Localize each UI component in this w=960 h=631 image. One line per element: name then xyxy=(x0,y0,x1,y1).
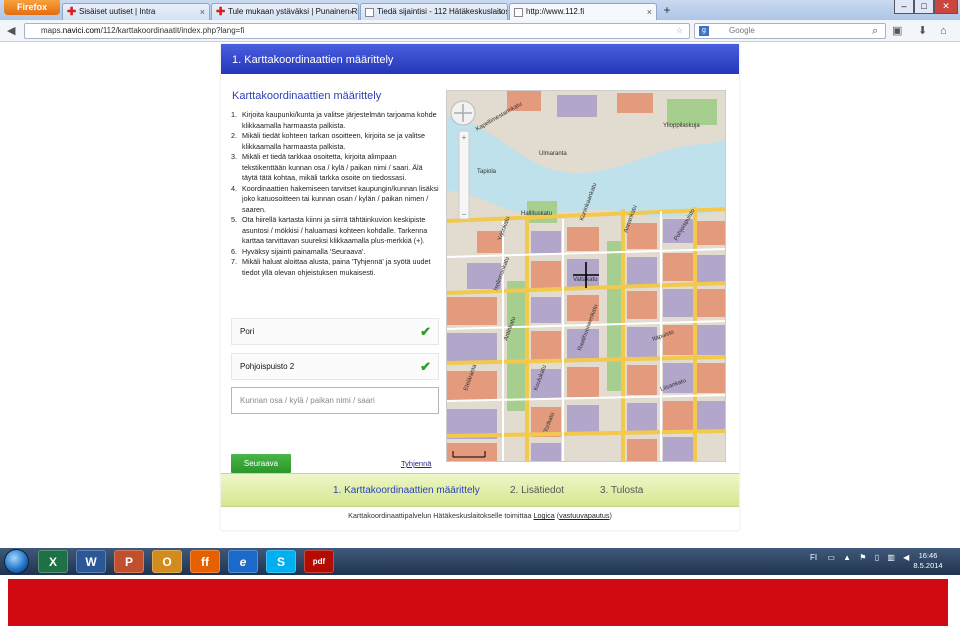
search-input[interactable]: g Google xyxy=(694,23,886,39)
tab-punainen-risti[interactable]: ✚ Tule mukaan ystäväksi | Punainen Risti… xyxy=(211,3,359,20)
progress-step-2: 2. Lisätiedot xyxy=(510,485,564,496)
url-prefix: maps. xyxy=(41,26,63,35)
tab-label: Sisäiset uutiset | Intra xyxy=(79,7,156,16)
tab-label: Tule mukaan ystäväksi | Punainen Risti xyxy=(228,7,359,16)
browser-navbar: ◀ maps.navici.com/112/karttakoordinaatit… xyxy=(0,20,960,42)
url-bar[interactable]: maps.navici.com/112/karttakoordinaatit/i… xyxy=(24,23,690,39)
minimize-button[interactable]: – xyxy=(894,0,914,14)
instruction-step: 7. Mikäli haluat aloittaa alusta, paina '… xyxy=(231,257,431,277)
tab-label: Tiedä sijaintisi - 112 Hätäkeskuslaitos xyxy=(377,7,508,16)
instruction-list: 1. Kirjoita kaupunki/kunta ja valitse jär… xyxy=(231,110,439,278)
firefox-menu-button[interactable]: Firefox xyxy=(4,0,60,15)
tab-112-fi[interactable]: http://www.112.fi × xyxy=(509,3,657,20)
progress-step-3: 3. Tulosta xyxy=(600,485,644,496)
instructions-panel: Karttakoordinaattien määrittely 1. Kirjoi… xyxy=(221,74,446,474)
google-icon: g xyxy=(699,26,709,36)
zoom-out-icon: − xyxy=(462,210,467,219)
address-field[interactable]: Pohjoispuisto 2 ✔ xyxy=(231,353,439,380)
powerpoint-icon[interactable]: P xyxy=(114,550,144,573)
checkmark-icon: ✔ xyxy=(420,359,431,374)
keyboard-icon[interactable]: ▭ xyxy=(827,553,835,562)
home-icon[interactable]: ⌂ xyxy=(940,23,947,39)
browser-tabbar: Firefox ✚ Sisäiset uutiset | Intra × ✚ T… xyxy=(0,0,960,20)
new-tab-button[interactable]: + xyxy=(658,3,676,19)
internet-explorer-icon[interactable]: e xyxy=(228,550,258,573)
instruction-step: 4. Koordinaattien hakemiseen tarvitset ka… xyxy=(231,183,439,214)
start-button[interactable] xyxy=(4,549,29,574)
zoom-in-icon: + xyxy=(462,133,467,142)
address-value: Pohjoispuisto 2 xyxy=(240,362,295,371)
word-icon[interactable]: W xyxy=(76,550,106,573)
map-label: Tapiola xyxy=(477,169,497,175)
page-icon xyxy=(365,8,374,17)
back-arrow-icon[interactable]: ◀ xyxy=(7,23,15,39)
checkmark-icon: ✔ xyxy=(420,324,431,339)
progress-step-1: 1. Karttakoordinaattien määrittely xyxy=(333,485,480,496)
system-tray[interactable]: FI ▭ ▲ ⚑ ▯ ▥ ◀ xyxy=(810,553,909,562)
disclaimer-link[interactable]: vastuuvapautus xyxy=(559,511,609,520)
date: 8.5.2014 xyxy=(913,561,943,570)
area-placeholder: Kunnan osa / kylä / paikan nimi / saari xyxy=(240,396,375,405)
area-input[interactable]: Kunnan osa / kylä / paikan nimi / saari xyxy=(231,387,439,414)
up-arrow-icon[interactable]: ▲ xyxy=(843,553,851,562)
clock[interactable]: 16:46 8.5.2014 xyxy=(908,551,948,571)
red-banner xyxy=(8,579,948,626)
instruction-step: 5. Ota hiirellä kartasta kiinni ja siirrä… xyxy=(231,215,428,245)
maximize-button[interactable]: □ xyxy=(914,0,934,14)
close-icon[interactable]: × xyxy=(498,4,503,20)
logica-link[interactable]: Logica xyxy=(534,511,555,520)
flag-icon[interactable]: ⚑ xyxy=(859,553,866,562)
map-label: Hallituskatu xyxy=(521,211,552,217)
close-icon[interactable]: × xyxy=(349,4,354,20)
city-field[interactable]: Pori ✔ xyxy=(231,318,439,345)
instruction-step: 1. Kirjoita kaupunki/kunta ja valitse jär… xyxy=(231,110,437,130)
map-label: Ylioppilaskuja xyxy=(663,123,700,129)
instruction-step: 3. Mikäli et tiedä tarkkaa osoitetta, kir… xyxy=(231,152,423,182)
clear-link[interactable]: Tyhjennä xyxy=(401,459,431,468)
magnifier-icon[interactable]: ⌕ xyxy=(872,23,878,39)
red-cross-icon: ✚ xyxy=(216,6,226,18)
page-title: Karttakoordinaattien määrittely xyxy=(232,90,382,102)
download-icon[interactable]: ⬇ xyxy=(918,23,927,39)
bookmarks-icon[interactable]: ▣ xyxy=(892,23,902,39)
close-icon[interactable]: × xyxy=(200,4,205,20)
tab-112-hatakeskus[interactable]: Tiedä sijaintisi - 112 Hätäkeskuslaitos … xyxy=(360,3,508,20)
red-cross-icon: ✚ xyxy=(67,6,77,18)
page-icon xyxy=(514,8,523,17)
instruction-step: 6. Hyväksy sijainti painamalla 'Seuraava'… xyxy=(231,246,366,256)
battery-icon[interactable]: ▯ xyxy=(875,553,879,562)
page-header: 1. Karttakoordinaattien määrittely xyxy=(221,44,739,74)
city-value: Pori xyxy=(240,327,255,336)
close-icon[interactable]: × xyxy=(647,4,652,20)
progress-steps: 1. Karttakoordinaattien määrittely 2. Li… xyxy=(221,473,739,507)
map-label: Ulmaranta xyxy=(539,151,567,157)
close-window-button[interactable]: ✕ xyxy=(934,0,958,14)
tab-label: http://www.112.fi xyxy=(526,7,585,16)
firefox-icon[interactable]: ff xyxy=(190,550,220,573)
footer-text: Karttakoordinaattipalvelun Hätäkeskuslai… xyxy=(348,511,532,520)
windows-taskbar: X W P O ff e S pdf FI ▭ ▲ ⚑ ▯ ▥ ◀ 16:46 … xyxy=(0,548,960,575)
instruction-step: 2. Mikäli tiedät kohteen tarkan osoitteen… xyxy=(231,131,425,151)
skype-icon[interactable]: S xyxy=(266,550,296,573)
map-canvas[interactable]: Ulmaranta Kapellimestarinkatu Ylioppilas… xyxy=(447,91,726,462)
language-indicator[interactable]: FI xyxy=(810,553,817,562)
network-icon[interactable]: ▥ xyxy=(887,553,895,562)
page-container: 1. Karttakoordinaattien määrittely Kartt… xyxy=(221,44,739,530)
url-path: /112/karttakoordinaatit/index.php?lang=f… xyxy=(100,26,245,35)
map-view[interactable]: Ulmaranta Kapellimestarinkatu Ylioppilas… xyxy=(446,90,726,462)
time: 16:46 xyxy=(918,551,938,560)
search-placeholder: Google xyxy=(729,26,755,35)
page-footer: Karttakoordinaattipalvelun Hätäkeskuslai… xyxy=(348,511,612,520)
next-button[interactable]: Seuraava xyxy=(231,454,291,473)
outlook-icon[interactable]: O xyxy=(152,550,182,573)
tab-intra[interactable]: ✚ Sisäiset uutiset | Intra × xyxy=(62,3,210,20)
excel-icon[interactable]: X xyxy=(38,550,68,573)
url-domain: navici.com xyxy=(62,26,101,35)
acrobat-icon[interactable]: pdf xyxy=(304,550,334,573)
bookmark-star-icon[interactable]: ☆ xyxy=(676,24,683,38)
